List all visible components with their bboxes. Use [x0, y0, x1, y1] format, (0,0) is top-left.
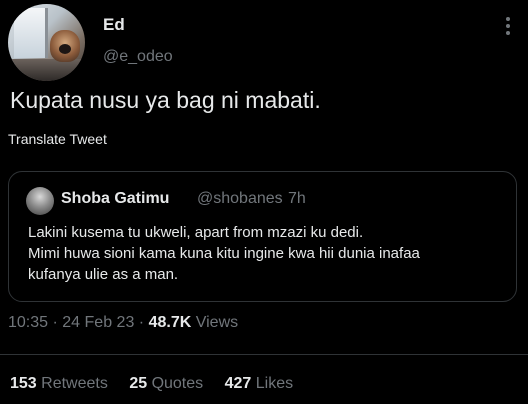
quoted-separator: · [277, 190, 283, 207]
views-label: Views [195, 314, 239, 331]
likes-label: Likes [255, 375, 294, 392]
avatar-dog-detail [50, 30, 80, 62]
author-name[interactable]: Ed [103, 15, 125, 35]
meta-separator: · [52, 314, 58, 331]
translate-tweet-link[interactable]: Translate Tweet [8, 131, 107, 147]
tweet-date[interactable]: 24 Feb 23 [62, 314, 134, 331]
avatar-window-detail [14, 8, 48, 58]
quotes-count: 25 [129, 375, 148, 392]
quotes-stat[interactable]: 25 Quotes [129, 375, 203, 392]
likes-count: 427 [224, 375, 252, 392]
author-handle[interactable]: @e_odeo [103, 48, 173, 66]
engagement-stats: 153 Retweets 25 Quotes 427 Likes [10, 375, 310, 393]
quoted-timestamp: 7h [288, 190, 306, 207]
more-options-icon[interactable] [505, 17, 511, 37]
tweet-text: Kupata nusu ya bag ni mabati. [10, 87, 321, 113]
author-avatar[interactable] [8, 4, 85, 81]
tweet-time[interactable]: 10:35 [8, 314, 48, 331]
quoted-author-avatar [26, 187, 54, 215]
quoted-tweet-card[interactable]: Shoba Gatimu @shobanes · 7h Lakini kusem… [8, 171, 517, 302]
quoted-line: Mimi huwa sioni kama kuna kitu ingine kw… [28, 245, 420, 262]
quoted-tweet-text: Lakini kusema tu ukweli, apart from mzaz… [28, 222, 498, 285]
quoted-line: Lakini kusema tu ukweli, apart from mzaz… [28, 224, 364, 241]
divider [0, 354, 528, 355]
meta-separator: · [138, 314, 145, 331]
avatar-sofa-detail [8, 59, 85, 81]
views-count: 48.7K [148, 314, 192, 331]
likes-stat[interactable]: 427 Likes [225, 375, 294, 392]
quoted-author-handle: @shobanes [197, 190, 283, 207]
retweets-label: Retweets [41, 375, 108, 392]
quotes-label: Quotes [151, 375, 204, 392]
retweets-stat[interactable]: 153 Retweets [10, 375, 108, 392]
quoted-author-name: Shoba Gatimu [61, 190, 170, 207]
tweet-meta: 10:35 · 24 Feb 23 · 48.7K Views [8, 314, 238, 332]
retweets-count: 153 [10, 375, 37, 392]
quoted-line: kufanya ulie as a man. [28, 266, 179, 283]
